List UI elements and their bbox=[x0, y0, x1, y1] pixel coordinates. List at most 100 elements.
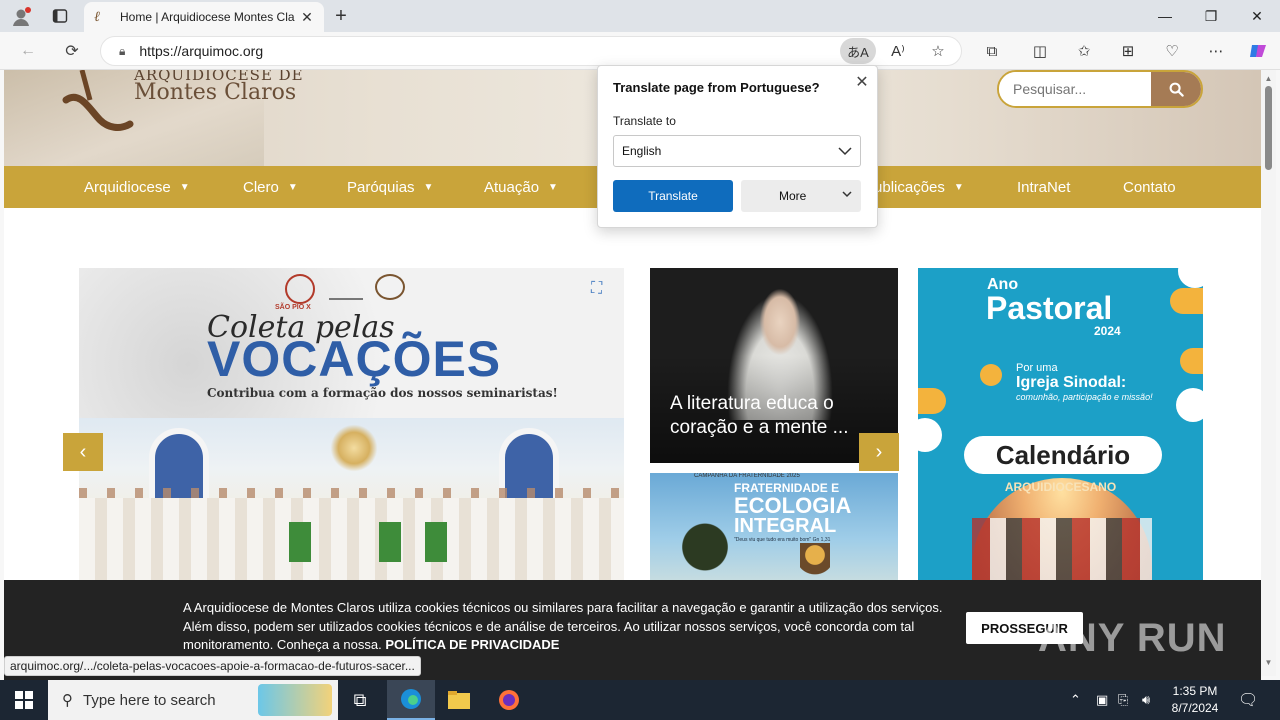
privacy-policy-link[interactable]: POLÍTICA DE PRIVACIDADE bbox=[385, 637, 559, 652]
refresh-button[interactable]: ⟳ bbox=[58, 38, 86, 64]
chevron-down-icon: ▼ bbox=[953, 181, 964, 193]
calendar-sublabel: ARQUIDIOCESANO bbox=[1004, 480, 1117, 494]
eco-kicker: CAMPANHA DA FRATERNIDADE 2025 bbox=[694, 473, 800, 479]
group-figures bbox=[972, 518, 1152, 588]
clock-time: 1:35 PM bbox=[1172, 684, 1218, 698]
favorites-icon[interactable]: ✩ bbox=[1072, 40, 1096, 62]
notifications-icon[interactable]: 🗨︎ bbox=[1238, 680, 1258, 720]
decor-shape bbox=[1178, 268, 1203, 288]
nav-publicacoes[interactable]: Publicações ▼ bbox=[864, 166, 964, 208]
firefox-icon[interactable] bbox=[485, 680, 533, 720]
search-icon: ⚲ bbox=[62, 692, 73, 709]
nav-arquidiocese[interactable]: Arquidiocese ▼ bbox=[84, 166, 190, 208]
ano-line5: Igreja Sinodal: bbox=[1016, 374, 1127, 391]
news-card-title[interactable]: A literatura educa o coração e a mente .… bbox=[670, 392, 882, 440]
more-button[interactable]: More bbox=[741, 180, 861, 212]
tab-title: Home | Arquidiocese Montes Cla bbox=[120, 10, 295, 24]
translate-button[interactable]: Translate bbox=[613, 180, 733, 212]
news-card-ecologia[interactable]: CAMPANHA DA FRATERNIDADE 2025 FRATERNIDA… bbox=[650, 473, 898, 583]
slider-prev-button[interactable]: ‹ bbox=[63, 433, 103, 471]
url-field[interactable]: 🔒︎ https://arquimoc.org bbox=[100, 36, 962, 66]
back-button[interactable]: ← bbox=[14, 38, 42, 64]
logo-city-text: Montes Claros bbox=[134, 80, 297, 105]
decor-shape bbox=[1170, 288, 1203, 314]
edge-taskbar-icon[interactable] bbox=[387, 680, 435, 720]
collections-icon[interactable]: ⊞ bbox=[1116, 40, 1140, 62]
translate-icon[interactable]: あA bbox=[840, 38, 876, 64]
url-text: https://arquimoc.org bbox=[139, 43, 264, 59]
decor-shape bbox=[1180, 348, 1203, 374]
selected-language: English bbox=[622, 144, 662, 158]
priest-vestment bbox=[379, 522, 401, 562]
nav-atuacao[interactable]: Atuação ▼ bbox=[484, 166, 558, 208]
scroll-down-icon[interactable]: ▼ bbox=[1263, 658, 1274, 668]
sao-pio-seal-icon bbox=[285, 274, 315, 304]
cookie-text: A Arquidiocese de Montes Claros utiliza … bbox=[183, 599, 953, 655]
chevron-down-icon bbox=[842, 191, 852, 198]
anyrun-watermark: ANY RUN bbox=[1038, 616, 1227, 660]
nav-contato[interactable]: Contato bbox=[1123, 166, 1176, 208]
nav-intranet[interactable]: IntraNet bbox=[1017, 166, 1070, 208]
more-label: More bbox=[779, 189, 807, 203]
language-select[interactable]: English bbox=[613, 135, 861, 167]
group-seminarians bbox=[79, 498, 624, 588]
browser-essentials-icon[interactable]: ♡ bbox=[1160, 40, 1184, 62]
status-bar-url: arquimoc.org/.../coleta-pelas-vocacoes-a… bbox=[4, 656, 421, 676]
tab-actions-icon[interactable] bbox=[52, 8, 68, 24]
file-explorer-icon[interactable] bbox=[435, 680, 483, 720]
start-button[interactable] bbox=[0, 680, 48, 720]
lock-icon[interactable]: 🔒︎ bbox=[119, 44, 125, 59]
archdiocese-logo-icon[interactable] bbox=[60, 70, 140, 148]
close-window-button[interactable]: ✕ bbox=[1234, 0, 1280, 32]
read-aloud-icon[interactable]: A⁾ bbox=[886, 40, 910, 62]
system-clock[interactable]: 1:35 PM 8/7/2024 bbox=[1163, 683, 1227, 717]
new-tab-button[interactable]: + bbox=[330, 4, 352, 28]
slider-next-button[interactable]: › bbox=[859, 433, 899, 471]
taskbar-search[interactable]: ⚲ Type here to search bbox=[48, 680, 338, 720]
task-view-icon[interactable]: ⧉ bbox=[336, 680, 384, 720]
split-screen-icon[interactable]: ◫ bbox=[1028, 40, 1052, 62]
site-search-button[interactable] bbox=[1151, 72, 1201, 106]
site-favicon-icon: ℓ bbox=[94, 9, 100, 25]
tree-silhouette bbox=[670, 523, 740, 583]
chevron-down-icon: ▼ bbox=[548, 181, 558, 193]
translate-popup: Translate page from Portuguese? ✕ Transl… bbox=[597, 65, 878, 228]
nav-clero[interactable]: Clero ▼ bbox=[243, 166, 298, 208]
close-tab-icon[interactable]: ✕ bbox=[300, 9, 314, 26]
profile-icon[interactable] bbox=[10, 6, 32, 28]
tab-active[interactable]: ℓ Home | Arquidiocese Montes Cla ✕ bbox=[84, 2, 324, 32]
calendar-label: Calendário bbox=[964, 436, 1162, 474]
close-icon[interactable]: ✕ bbox=[852, 72, 872, 92]
windows-taskbar: ⚲ Type here to search ⧉ ⌃ ▣ ⎘ 🔊︎ 1:35 PM… bbox=[0, 680, 1280, 720]
translate-title: Translate page from Portuguese? bbox=[613, 80, 820, 95]
settings-menu-icon[interactable]: ⋯ bbox=[1204, 40, 1228, 62]
banner-ano-pastoral[interactable]: Ano Pastoral 2024 Por uma Igreja Sinodal… bbox=[918, 268, 1203, 588]
expand-image-icon[interactable]: ⛶ bbox=[591, 280, 611, 300]
ano-line6: comunhão, participação e missão! bbox=[1016, 392, 1153, 402]
extensions-icon[interactable]: ⧉ bbox=[980, 40, 1004, 62]
scroll-up-icon[interactable]: ▲ bbox=[1263, 74, 1274, 84]
show-hidden-icons[interactable]: ⌃ bbox=[1070, 680, 1081, 720]
ano-line2: Pastoral bbox=[986, 290, 1113, 326]
chevron-down-icon bbox=[838, 147, 852, 156]
copilot-icon[interactable] bbox=[1246, 40, 1270, 62]
favorite-star-icon[interactable]: ☆ bbox=[926, 40, 950, 62]
priest-vestment bbox=[425, 522, 447, 562]
network-icon[interactable]: ⎘ bbox=[1118, 680, 1128, 720]
page-scrollbar[interactable]: ▲ ▼ bbox=[1261, 70, 1276, 676]
nav-label: Atuação bbox=[484, 178, 540, 196]
site-search-input[interactable] bbox=[999, 72, 1151, 106]
minimize-button[interactable]: — bbox=[1142, 0, 1188, 32]
taskbar-search-placeholder: Type here to search bbox=[83, 691, 216, 709]
nav-paroquias[interactable]: Paróquias ▼ bbox=[347, 166, 433, 208]
restore-button[interactable]: ❐ bbox=[1188, 0, 1234, 32]
site-search bbox=[997, 70, 1203, 108]
featured-slide[interactable]: SÃO PIO X Coleta pelas VOCAÇÕES Contribu… bbox=[79, 268, 624, 588]
volume-icon[interactable]: 🔊︎ bbox=[1142, 680, 1150, 720]
scrollbar-thumb[interactable] bbox=[1265, 86, 1272, 170]
device-icon[interactable]: ▣ bbox=[1096, 680, 1108, 720]
chapel-photo bbox=[79, 418, 624, 588]
ano-line3: 2024 bbox=[1094, 324, 1121, 338]
ano-line4: Por uma bbox=[1016, 362, 1058, 374]
decor-shape bbox=[918, 388, 946, 414]
